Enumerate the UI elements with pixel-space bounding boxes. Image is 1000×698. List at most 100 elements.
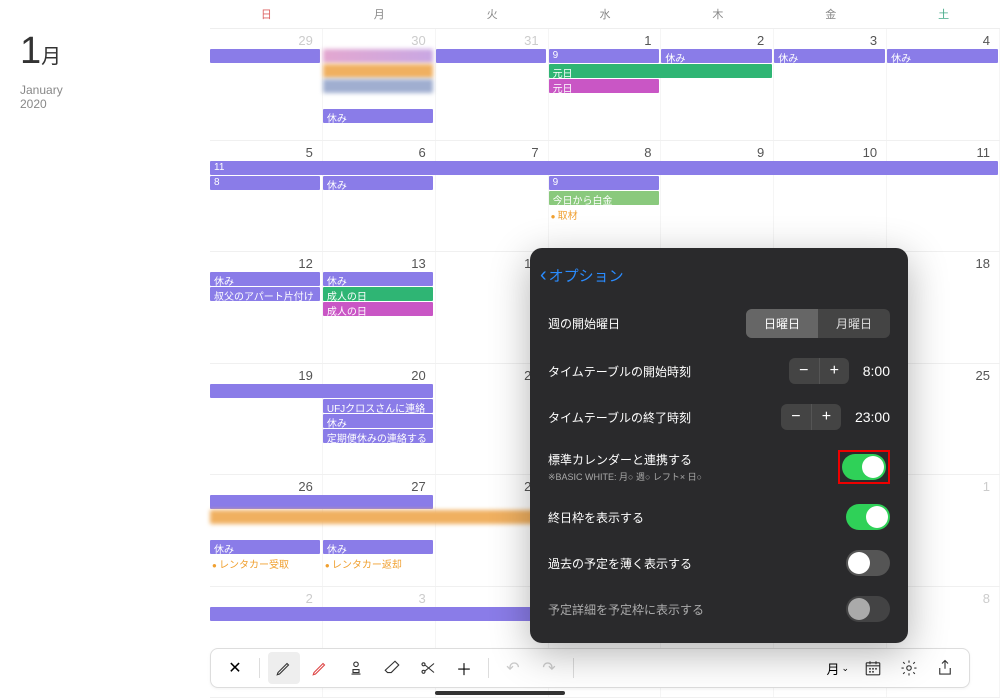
calendar-event[interactable]	[210, 384, 433, 398]
calendar-event[interactable]: 元日	[549, 64, 772, 78]
calendar-event[interactable]: 叔父のアパート片付け	[210, 287, 320, 301]
month-number: 1月	[20, 30, 190, 73]
day-cell[interactable]: 29	[210, 29, 323, 140]
home-indicator[interactable]	[435, 691, 565, 695]
popover-back-button[interactable]: ‹ オプション	[530, 260, 908, 299]
day-cell[interactable]: 6	[323, 141, 436, 252]
view-month-button[interactable]: 月⌄	[822, 652, 853, 684]
day-number: 4	[890, 31, 996, 50]
day-number: 4	[439, 589, 545, 608]
calendar-event[interactable]	[323, 79, 433, 93]
sync-label: 標準カレンダーと連携する	[548, 451, 702, 468]
day-cell[interactable]: 12	[210, 252, 323, 363]
redo-button[interactable]: ↷	[533, 652, 565, 684]
calendar-event[interactable]: 9	[549, 176, 659, 190]
undo-button[interactable]: ↶	[497, 652, 529, 684]
sync-calendar-row: 標準カレンダーと連携する ※BASIC WHITE: 月○ 週○ レフト× 日○	[530, 440, 908, 494]
calendar-event[interactable]: 9	[549, 49, 659, 63]
timetable-end-row: タイムテーブルの終了時刻 − + 23:00	[530, 394, 908, 440]
detail-toggle[interactable]	[846, 596, 890, 622]
tt-start-minus[interactable]: −	[789, 358, 819, 384]
day-cell[interactable]: 9	[661, 141, 774, 252]
dow-cell: 水	[549, 0, 662, 28]
day-cell[interactable]: 5	[210, 141, 323, 252]
day-number: 14	[439, 254, 545, 273]
sync-toggle[interactable]	[842, 454, 886, 480]
day-number: 28	[439, 477, 545, 496]
calendar-event[interactable]: 元日	[549, 79, 659, 93]
calendar-event[interactable]: 取材	[549, 206, 659, 220]
day-number: 11	[890, 143, 996, 162]
close-button[interactable]: ✕	[219, 652, 251, 684]
calendar-event[interactable]	[210, 495, 433, 509]
calendar-event[interactable]: 成人の日	[323, 302, 433, 316]
share-button[interactable]	[929, 652, 961, 684]
day-cell[interactable]: 2	[661, 29, 774, 140]
day-number: 20	[326, 366, 432, 385]
add-button[interactable]: ＋	[448, 652, 480, 684]
calendar-event[interactable]: 今日から白金	[549, 191, 659, 205]
calendar-event[interactable]: 休み	[887, 49, 997, 63]
calendar-event[interactable]	[210, 49, 320, 63]
calendar-event[interactable]	[210, 607, 546, 621]
calendar-event[interactable]: 休み	[323, 540, 433, 554]
calendar-event[interactable]: レンタカー受取	[210, 555, 320, 569]
day-cell[interactable]: 31	[436, 29, 549, 140]
dow-cell: 日	[210, 0, 323, 28]
calendar-event[interactable]	[436, 49, 546, 63]
day-cell[interactable]: 10	[774, 141, 887, 252]
tt-end-minus[interactable]: −	[781, 404, 811, 430]
day-number: 2	[664, 31, 770, 50]
calendar-event[interactable]: 休み	[774, 49, 884, 63]
calendar-event[interactable]: UFJクロスさんに連絡	[323, 399, 433, 413]
week-start-day-row: 週の開始曜日 日曜日 月曜日	[530, 299, 908, 348]
calendar-event[interactable]: 休み	[210, 540, 320, 554]
day-number: 9	[664, 143, 770, 162]
calendar-event[interactable]: 8	[210, 176, 320, 190]
sunday-option[interactable]: 日曜日	[746, 309, 818, 338]
calendar-picker-button[interactable]	[857, 652, 889, 684]
sync-sublabel: ※BASIC WHITE: 月○ 週○ レフト× 日○	[548, 470, 702, 483]
day-of-week-row: 日月火水木金土	[210, 0, 1000, 29]
settings-button[interactable]	[893, 652, 925, 684]
day-cell[interactable]: 7	[436, 141, 549, 252]
calendar-event[interactable]	[323, 49, 433, 63]
pencil-tool[interactable]	[268, 652, 300, 684]
tt-end-plus[interactable]: +	[811, 404, 841, 430]
tt-start-plus[interactable]: +	[819, 358, 849, 384]
calendar-event[interactable]: 休み	[323, 109, 433, 123]
day-cell[interactable]: 11	[887, 141, 1000, 252]
calendar-event[interactable]	[210, 510, 546, 524]
day-cell[interactable]: 4	[887, 29, 1000, 140]
day-cell[interactable]: 3	[774, 29, 887, 140]
tt-end-label: タイムテーブルの終了時刻	[548, 409, 691, 426]
calendar-event[interactable]: 休み	[323, 272, 433, 286]
monday-option[interactable]: 月曜日	[818, 309, 890, 338]
day-number: 10	[777, 143, 883, 162]
highlight-box	[838, 450, 890, 484]
calendar-event[interactable]: 休み	[661, 49, 771, 63]
scissors-tool[interactable]	[412, 652, 444, 684]
calendar-event[interactable]: 11	[210, 161, 998, 175]
week-row: 567891011118休み9今日から白金取材	[210, 141, 1000, 253]
day-cell[interactable]: 19	[210, 364, 323, 475]
calendar-event[interactable]	[323, 64, 433, 78]
calendar-event[interactable]: 休み	[323, 414, 433, 428]
calendar-event[interactable]: 定期便休みの連絡する	[323, 429, 433, 443]
day-number: 2	[213, 589, 319, 608]
eraser-tool[interactable]	[376, 652, 408, 684]
calendar-event[interactable]: 成人の日	[323, 287, 433, 301]
day-number: 3	[326, 589, 432, 608]
stamp-tool[interactable]	[340, 652, 372, 684]
allday-row: 終日枠を表示する	[530, 494, 908, 540]
pen-tool[interactable]	[304, 652, 336, 684]
allday-toggle[interactable]	[846, 504, 890, 530]
calendar-event[interactable]: レンタカー返却	[323, 555, 433, 569]
detail-label: 予定詳細を予定枠に表示する	[548, 601, 704, 618]
separator	[259, 658, 260, 678]
calendar-event[interactable]: 休み	[323, 176, 433, 190]
calendar-event[interactable]: 休み	[210, 272, 320, 286]
week-start-segment: 日曜日 月曜日	[746, 309, 890, 338]
dim-past-toggle[interactable]	[846, 550, 890, 576]
separator	[573, 658, 574, 678]
